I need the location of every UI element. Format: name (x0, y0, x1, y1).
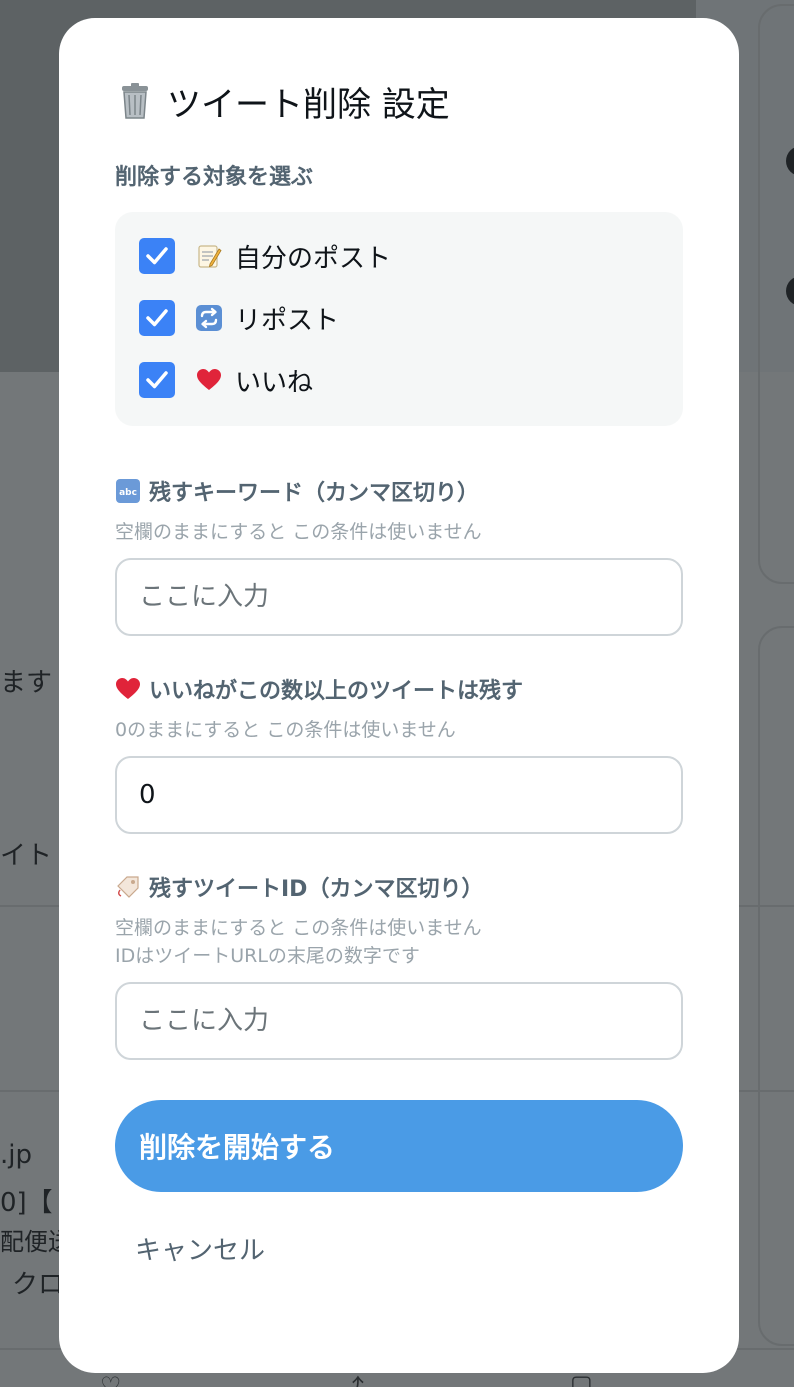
background-text: クロ (12, 1270, 65, 1300)
keyword-input[interactable] (115, 558, 683, 636)
keyword-field-hint: 空欄のままにすると この条件は使いません (115, 521, 482, 543)
target-section-label: 削除する対象を選ぶ (115, 165, 314, 190)
likes-threshold-input[interactable] (115, 756, 683, 834)
likes-threshold-label-text: いいねがこの数以上のツイートは残す (149, 679, 524, 704)
red-heart-icon (115, 676, 141, 702)
label-tag-icon (115, 874, 141, 900)
abc-icon: abc (115, 478, 141, 504)
tweet-id-field-label: 残すツイートID（カンマ区切り） (115, 872, 683, 902)
memo-icon (195, 242, 223, 270)
tweet-id-field-label-text: 残すツイートID（カンマ区切り） (149, 877, 484, 902)
likes-threshold-hint: 0のままにすると この条件は使いません (115, 719, 456, 741)
background-side-card (758, 626, 794, 1346)
reposts-checkbox[interactable] (139, 300, 175, 336)
option-likes[interactable]: いいね (139, 362, 659, 398)
tweet-id-input[interactable] (115, 982, 683, 1060)
likes-threshold-label: いいねがこの数以上のツイートは残す (115, 674, 683, 704)
keyword-field-label: abc 残すキーワード（カンマ区切り） (115, 476, 683, 506)
keyword-field-group: abc 残すキーワード（カンマ区切り） 空欄のままにすると この条件は使いません (115, 476, 683, 636)
dialog-title: ツイート削除 設定 (115, 80, 683, 125)
tweet-id-field-group: 残すツイートID（カンマ区切り） 空欄のままにすると この条件は使いません ID… (115, 872, 683, 1060)
background-text: .jp (0, 1140, 32, 1170)
dialog-title-text: ツイート削除 設定 (167, 84, 450, 125)
likes-threshold-group: いいねがこの数以上のツイートは残す 0のままにすると この条件は使いません (115, 674, 683, 834)
svg-text:abc: abc (119, 488, 137, 498)
keyword-field-label-text: 残すキーワード（カンマ区切り） (149, 481, 480, 506)
own-posts-checkbox[interactable] (139, 238, 175, 274)
option-reposts[interactable]: リポスト (139, 300, 659, 336)
red-heart-icon (195, 366, 223, 394)
repeat-icon (195, 304, 223, 332)
reposts-label: リポスト (235, 305, 340, 336)
likes-checkbox[interactable] (139, 362, 175, 398)
background-text: 0]【 (0, 1188, 53, 1218)
heart-outline-icon: ♡ (100, 1372, 122, 1387)
target-options-group: 自分のポスト リポスト いいね (115, 212, 683, 426)
settings-dialog: ツイート削除 設定 削除する対象を選ぶ 自分のポスト リポスト いいね abc … (59, 18, 739, 1373)
trash-can-icon (115, 81, 155, 121)
own-posts-label: 自分のポスト (235, 243, 392, 274)
tweet-id-field-hint: 空欄のままにすると この条件は使いません (115, 917, 482, 939)
likes-label: いいね (235, 367, 314, 398)
start-delete-button[interactable]: 削除を開始する (115, 1100, 683, 1192)
tweet-id-field-hint-2: IDはツイートURLの末尾の数字です (115, 945, 420, 967)
cancel-button[interactable]: キャンセル (135, 1230, 265, 1267)
background-text: イト (0, 841, 53, 871)
option-own-posts[interactable]: 自分のポスト (139, 238, 659, 274)
